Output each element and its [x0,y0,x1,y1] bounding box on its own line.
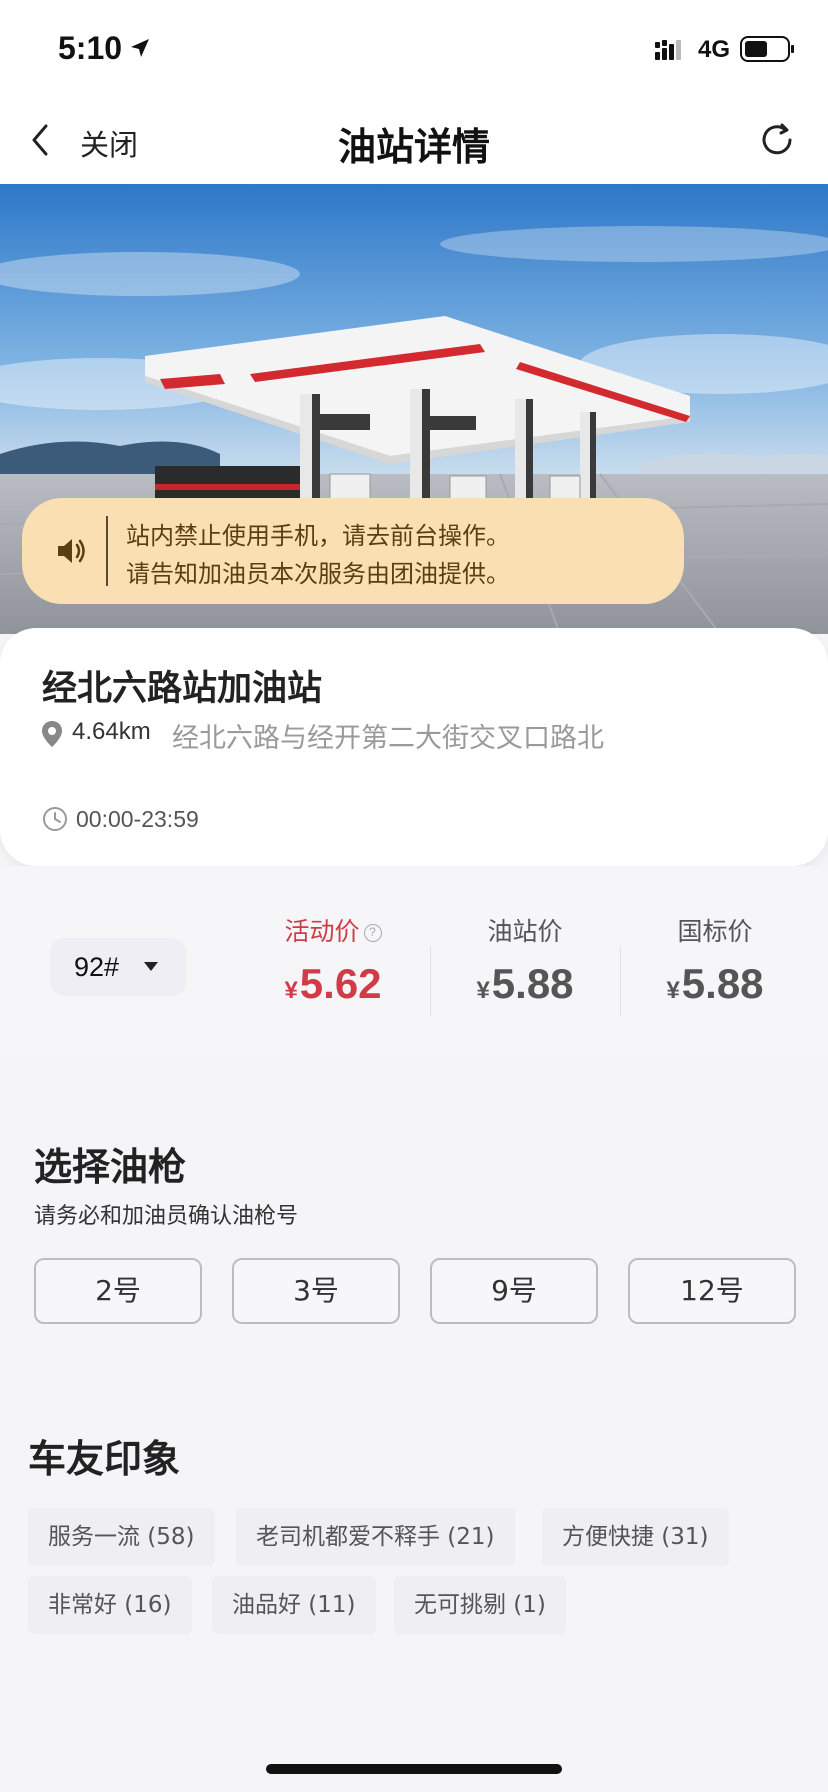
notice-divider [106,516,108,586]
national-price-label: 国标价 [677,917,753,946]
help-icon[interactable]: ? [363,924,382,942]
location-arrow-icon [131,39,149,57]
battery-icon [740,36,794,62]
currency-symbol: ¥ [666,977,680,1004]
pump-option-button[interactable]: 3号 [232,1258,400,1324]
navigation-bar: 关闭 油站详情 [0,96,828,184]
station-price-value: ¥5.88 [440,960,610,1008]
price-divider [430,946,431,1016]
national-price-number: 5.88 [681,960,764,1007]
notice-line-2: 请告知加油员本次服务由团油提供。 [126,560,510,588]
status-bar: 5:10 4G [0,0,828,96]
currency-symbol: ¥ [476,977,490,1004]
home-indicator[interactable] [266,1764,562,1774]
impression-tag[interactable]: 油品好 (11) [212,1576,376,1634]
national-price: 国标价 ¥5.88 [630,912,800,1008]
clock-icon [43,807,67,831]
impression-tag[interactable]: 服务一流 (58) [28,1508,215,1566]
impressions-section: 车友印象 服务一流 (58) 老司机都爱不释手 (21) 方便快捷 (31) 非… [0,1398,828,1680]
impression-tag[interactable]: 方便快捷 (31) [542,1508,729,1566]
caret-down-icon [144,962,158,971]
impression-tag[interactable]: 无可挑剔 (1) [394,1576,566,1634]
pump-option-button[interactable]: 2号 [34,1258,202,1324]
pump-section-title: 选择油枪 [34,1145,187,1189]
pump-selection-section: 选择油枪 请务必和加油员确认油枪号 2号 3号 9号 12号 [0,1080,828,1376]
pump-option-button[interactable]: 9号 [430,1258,598,1324]
page-title: 油站详情 [337,125,490,169]
station-price-label: 油站价 [487,917,563,946]
station-name: 经北六路站加油站 [42,669,323,709]
activity-price-label: 活动价 [284,917,360,946]
activity-price-number: 5.62 [299,960,382,1007]
signal-icon [655,40,681,60]
impression-tag[interactable]: 非常好 (16) [28,1576,192,1634]
fuel-type-dropdown[interactable]: 92# [50,938,186,996]
speaker-icon [58,539,85,563]
station-distance: 4.64km [72,718,151,745]
station-address[interactable]: 经北六路与经开第二大街交叉口路北 [172,716,604,755]
national-price-value: ¥5.88 [630,960,800,1008]
impression-tag[interactable]: 老司机都爱不释手 (21) [236,1508,515,1566]
currency-symbol: ¥ [284,977,298,1004]
station-hours: 00:00-23:59 [76,806,199,832]
notice-banner: 站内禁止使用手机，请去前台操作。 请告知加油员本次服务由团油提供。 [22,498,684,604]
notice-line-1: 站内禁止使用手机，请去前台操作。 [126,522,510,550]
impressions-title: 车友印象 [28,1437,181,1481]
fuel-type-label: 92# [74,952,120,982]
status-time: 5:10 [58,30,123,66]
price-section: 92# 活动价? ¥5.62 油站价 ¥5.88 国标价 ¥5.88 [0,866,828,1056]
location-pin-icon [42,721,62,747]
station-price-number: 5.88 [491,960,574,1007]
station-price: 油站价 ¥5.88 [440,912,610,1008]
pump-option-button[interactable]: 12号 [628,1258,796,1324]
network-type: 4G [698,36,731,63]
pump-section-subtitle: 请务必和加油员确认油枪号 [34,1204,299,1229]
activity-price-value: ¥5.62 [248,960,418,1008]
price-divider [620,946,621,1016]
activity-price: 活动价? ¥5.62 [248,912,418,1008]
station-info-card: 经北六路站加油站 4.64km 经北六路与经开第二大街交叉口路北 00:00-2… [0,628,828,866]
refresh-icon[interactable] [757,120,797,160]
